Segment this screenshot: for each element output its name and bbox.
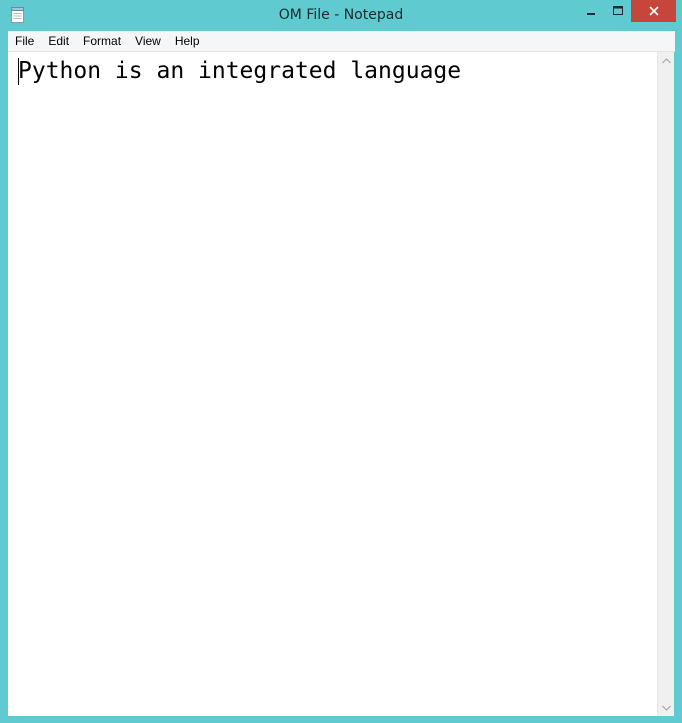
menu-view[interactable]: View (128, 31, 168, 51)
notepad-window: OM File - Notepad File Edit Format View … (0, 0, 682, 723)
menu-bar: File Edit Format View Help (8, 31, 675, 52)
minimize-icon (586, 13, 595, 15)
maximize-icon (612, 6, 623, 15)
menu-file[interactable]: File (8, 31, 41, 51)
scroll-up-button[interactable] (658, 52, 675, 69)
scroll-down-button[interactable] (658, 699, 675, 716)
menu-format[interactable]: Format (76, 31, 128, 51)
minimize-button[interactable] (577, 0, 604, 22)
close-button[interactable] (631, 0, 676, 22)
close-icon (648, 6, 659, 16)
text-editor[interactable]: Python is an integrated language (8, 52, 657, 716)
maximize-button[interactable] (604, 0, 631, 22)
menu-edit[interactable]: Edit (41, 31, 76, 51)
vertical-scrollbar[interactable] (657, 52, 674, 716)
menu-help[interactable]: Help (168, 31, 207, 51)
chevron-up-icon (662, 57, 671, 63)
chevron-down-icon (662, 705, 671, 711)
editor-content[interactable]: Python is an integrated language (18, 56, 461, 86)
title-bar[interactable]: OM File - Notepad (0, 0, 682, 31)
